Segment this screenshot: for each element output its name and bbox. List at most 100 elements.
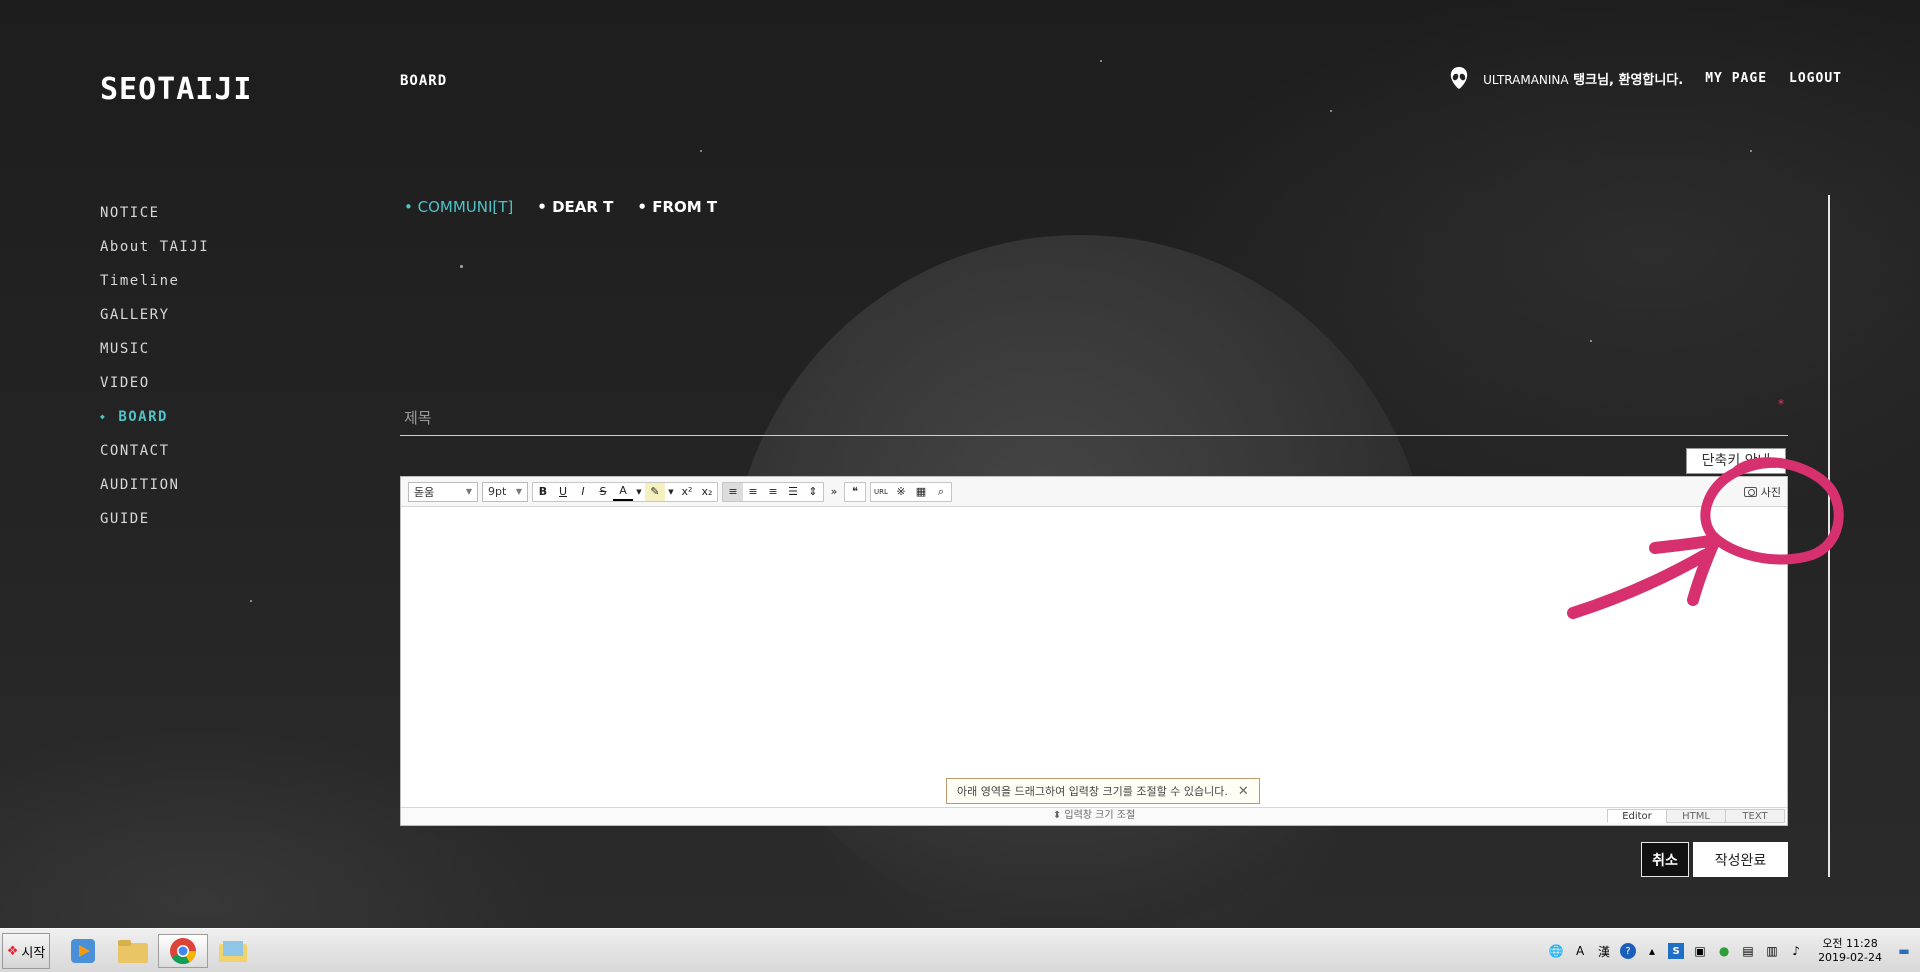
- quote-icon[interactable]: ❝: [845, 483, 865, 501]
- user-name: ULTRAMANINA: [1483, 72, 1569, 87]
- rich-text-editor: 돋움 ▼ 9pt ▼ B U I S A ▼ ✎ ▼ x² x₂ ≡ ≡ ≡ ☰ ⇕…: [400, 476, 1788, 826]
- menu-item-audition[interactable]: AUDITION: [100, 475, 209, 509]
- tab-editor-mode[interactable]: Editor: [1607, 809, 1667, 823]
- find-icon[interactable]: ⌕: [931, 483, 951, 501]
- tab-dear-t[interactable]: DEAR T: [537, 198, 613, 216]
- start-label: 시작: [21, 945, 46, 961]
- help-icon[interactable]: ?: [1620, 943, 1637, 959]
- show-desktop-icon[interactable]: ▬: [1896, 943, 1912, 959]
- insert-group: URL ※ ▦ ⌕: [870, 481, 952, 502]
- system-tray: 🌐 A 漢 ? ▴ S ▣ ● ▤ ▥ ♪ 오전 11:28 2019-02-2…: [1548, 929, 1920, 972]
- media-player-icon[interactable]: [58, 934, 108, 968]
- superscript-icon[interactable]: x²: [677, 483, 697, 501]
- folder-window-icon[interactable]: [208, 934, 258, 968]
- font-family-select[interactable]: 돋움 ▼: [408, 481, 478, 502]
- align-justify-icon[interactable]: ☰: [783, 483, 803, 501]
- site-logo[interactable]: SEOTAIJI: [100, 72, 253, 107]
- table-icon[interactable]: ▦: [911, 483, 931, 501]
- italic-icon[interactable]: I: [573, 483, 593, 501]
- align-group: ≡ ≡ ≡ ☰ ⇕: [722, 481, 824, 502]
- expand-tray-icon[interactable]: ▴: [1644, 943, 1660, 959]
- document-icon[interactable]: ▤: [1740, 943, 1756, 959]
- alien-icon: [1449, 66, 1469, 90]
- editor-content-area[interactable]: [401, 507, 1787, 807]
- line-height-icon[interactable]: ⇕: [803, 483, 823, 501]
- star: [250, 600, 252, 602]
- tab-communit[interactable]: COMMUNI[T]: [404, 198, 514, 216]
- chrome-icon[interactable]: [158, 934, 208, 968]
- chevron-down-icon: ▼: [515, 487, 522, 496]
- menu-item-timeline[interactable]: Timeline: [100, 271, 209, 305]
- menu-item-video[interactable]: VIDEO: [100, 373, 209, 407]
- menu-item-board[interactable]: BOARD: [100, 407, 209, 441]
- link-url-icon[interactable]: URL: [871, 483, 891, 501]
- ime-mode-a[interactable]: A: [1572, 943, 1588, 959]
- resize-handle[interactable]: ⬍ 입력창 크기 조절 Editor HTML TEXT: [401, 807, 1787, 825]
- menu-item-music[interactable]: MUSIC: [100, 339, 209, 373]
- quote-group: ❝: [844, 481, 866, 502]
- cancel-button[interactable]: 취소: [1641, 842, 1689, 877]
- greeting-suffix: 탱크님, 환영합니다.: [1568, 72, 1684, 88]
- editor-toolbar: 돋움 ▼ 9pt ▼ B U I S A ▼ ✎ ▼ x² x₂ ≡ ≡ ≡ ☰ ⇕…: [401, 477, 1787, 507]
- highlight-color-icon[interactable]: ✎: [645, 482, 665, 501]
- tooltip-text: 아래 영역을 드래그하여 입력창 크기를 조절할 수 있습니다.: [957, 785, 1228, 798]
- shortcut-guide-button[interactable]: 단축키 안내: [1686, 448, 1786, 474]
- user-area: ULTRAMANINA 탱크님, 환영합니다. MY PAGE LOGOUT: [1449, 66, 1842, 90]
- menu-item-contact[interactable]: CONTACT: [100, 441, 209, 475]
- align-right-icon[interactable]: ≡: [763, 483, 783, 501]
- strikethrough-icon[interactable]: S: [593, 483, 613, 501]
- left-menu: NOTICE About TAIJI Timeline GALLERY MUSI…: [100, 203, 209, 543]
- windows-logo-icon: ❖: [6, 943, 19, 959]
- font-size-value: 9pt: [488, 485, 507, 498]
- resize-tooltip: 아래 영역을 드래그하여 입력창 크기를 조절할 수 있습니다. ✕: [946, 778, 1260, 804]
- align-center-icon[interactable]: ≡: [743, 483, 763, 501]
- top-nav-board[interactable]: BOARD: [400, 73, 447, 89]
- logout-link[interactable]: LOGOUT: [1789, 71, 1842, 86]
- subscript-icon[interactable]: x₂: [697, 483, 717, 501]
- network-icon[interactable]: ▥: [1764, 943, 1780, 959]
- close-icon[interactable]: ✕: [1238, 784, 1249, 799]
- bold-icon[interactable]: B: [533, 483, 553, 501]
- special-char-icon[interactable]: ※: [891, 483, 911, 501]
- volume-icon[interactable]: ♪: [1788, 943, 1804, 959]
- title-input[interactable]: [400, 400, 1788, 435]
- title-field[interactable]: [400, 400, 1788, 436]
- tab-text-mode[interactable]: TEXT: [1725, 809, 1785, 823]
- right-divider: [1828, 195, 1830, 877]
- security-icon[interactable]: ●: [1716, 943, 1732, 959]
- camera-icon: [1743, 486, 1757, 497]
- submit-button[interactable]: 작성완료: [1693, 842, 1788, 877]
- menu-item-guide[interactable]: GUIDE: [100, 509, 209, 543]
- tab-html-mode[interactable]: HTML: [1666, 809, 1726, 823]
- align-left-icon[interactable]: ≡: [723, 482, 743, 501]
- taskbar: ❖ 시작 🌐 A 漢 ? ▴ S ▣ ● ▤ ▥ ♪ 오전 11:28 2019…: [0, 928, 1920, 972]
- underline-icon[interactable]: U: [553, 483, 573, 501]
- editor-mode-tabs: Editor HTML TEXT: [1607, 809, 1785, 823]
- font-size-select[interactable]: 9pt ▼: [482, 481, 528, 502]
- menu-item-about-taiji[interactable]: About TAIJI: [100, 237, 209, 271]
- file-explorer-icon[interactable]: [108, 934, 158, 968]
- more-icon[interactable]: »: [828, 483, 840, 501]
- star: [460, 265, 463, 268]
- ime-hanja[interactable]: 漢: [1596, 943, 1612, 959]
- app-s-icon[interactable]: S: [1668, 943, 1685, 959]
- clock-date: 2019-02-24: [1818, 951, 1882, 964]
- font-color-icon[interactable]: A: [613, 483, 633, 501]
- language-icon[interactable]: 🌐: [1548, 943, 1564, 959]
- chevron-down-icon: ▼: [465, 487, 472, 496]
- required-mark: *: [1778, 397, 1784, 411]
- chevron-down-icon[interactable]: ▼: [633, 483, 645, 501]
- clock[interactable]: 오전 11:28 2019-02-24: [1818, 937, 1882, 965]
- greeting: ULTRAMANINA 탱크님, 환영합니다.: [1483, 69, 1683, 88]
- menu-item-notice[interactable]: NOTICE: [100, 203, 209, 237]
- tab-from-t[interactable]: FROM T: [637, 198, 717, 216]
- resize-label: ⬍ 입력창 크기 조절: [1052, 810, 1136, 821]
- star: [700, 150, 702, 152]
- my-page-link[interactable]: MY PAGE: [1705, 71, 1767, 86]
- photo-button[interactable]: 사진: [1743, 484, 1781, 500]
- start-button[interactable]: ❖ 시작: [2, 933, 50, 969]
- photo-label: 사진: [1760, 485, 1781, 499]
- chevron-down-icon[interactable]: ▼: [665, 483, 677, 501]
- menu-item-gallery[interactable]: GALLERY: [100, 305, 209, 339]
- tray-app-icon[interactable]: ▣: [1692, 943, 1708, 959]
